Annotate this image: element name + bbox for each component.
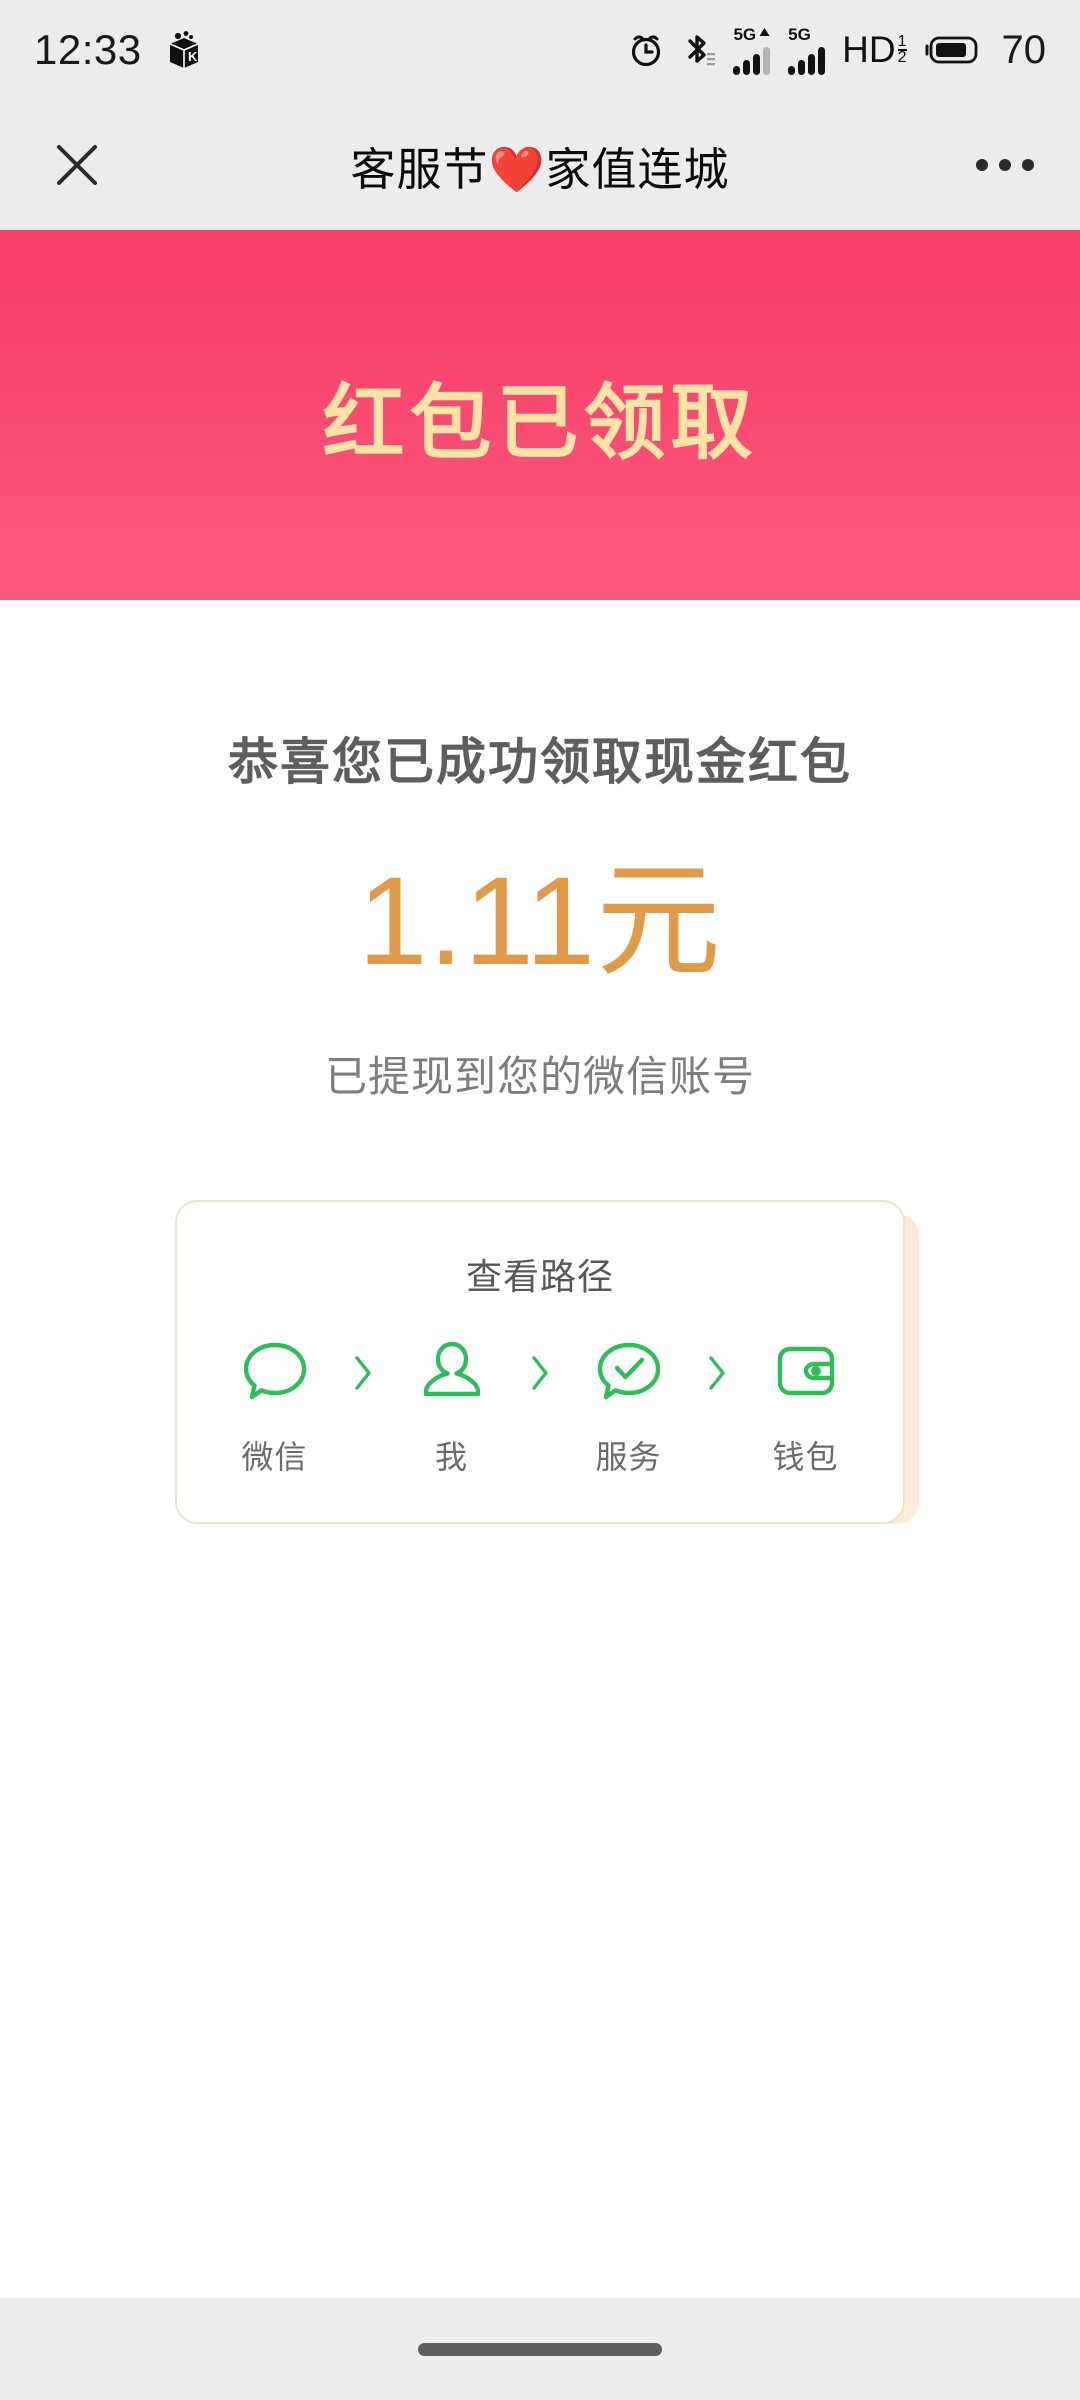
bluetooth-icon xyxy=(682,30,716,70)
path-step-wallet[interactable]: 钱包 xyxy=(748,1330,863,1478)
battery-percent-label: 70 xyxy=(1001,27,1047,72)
withdrawal-note: 已提现到您的微信账号 xyxy=(324,1053,755,1101)
chevron-right-icon xyxy=(332,1330,394,1416)
battery-icon xyxy=(924,34,980,66)
path-steps: 微信 我 服务 钱包 xyxy=(217,1330,863,1478)
path-step-label: 微信 xyxy=(241,1439,308,1476)
hd-voice-icon: HD 1 2 xyxy=(842,29,907,71)
status-bar: 12:33 K 5G 5G HD 1 2 70 xyxy=(0,0,1080,100)
path-step-label: 服务 xyxy=(595,1439,662,1476)
more-options-button[interactable] xyxy=(976,159,1034,171)
path-step-label: 钱包 xyxy=(772,1439,839,1476)
chevron-right-icon xyxy=(509,1330,571,1416)
path-step-label: 我 xyxy=(434,1439,468,1476)
path-card-wrapper: 查看路径 微信 我 服务 钱包 xyxy=(175,1200,919,1525)
more-dot-icon xyxy=(1022,159,1034,171)
person-icon xyxy=(412,1330,492,1416)
path-step-wechat[interactable]: 微信 xyxy=(217,1330,332,1478)
uplink-arrow-icon xyxy=(759,28,770,36)
app-header: 客服节❤️家值连城 xyxy=(0,100,1080,230)
path-card-title: 查看路径 xyxy=(465,1256,614,1298)
path-card: 查看路径 微信 我 服务 钱包 xyxy=(175,1200,905,1525)
alarm-clock-icon xyxy=(627,31,665,69)
signal-5g-secondary-icon: 5G xyxy=(788,24,826,75)
reward-amount: 1.11元 xyxy=(357,852,722,991)
path-step-me[interactable]: 我 xyxy=(394,1330,509,1478)
home-indicator[interactable] xyxy=(418,2342,662,2356)
chevron-right-icon xyxy=(686,1330,748,1416)
system-navigation-bar xyxy=(0,2298,1080,2400)
page-title: 客服节❤️家值连城 xyxy=(350,143,730,195)
wechat-bubble-icon xyxy=(235,1330,315,1416)
hd-sub-bottom: 2 xyxy=(897,49,907,66)
status-bar-clock: 12:33 xyxy=(34,26,142,73)
status-bar-right: 5G 5G HD 1 2 70 xyxy=(627,26,1046,75)
signal-5g-secondary-label: 5G xyxy=(788,24,811,44)
close-button[interactable] xyxy=(46,134,108,196)
svg-text:K: K xyxy=(188,49,198,64)
wallet-icon xyxy=(766,1330,846,1416)
signal-5g-primary-label: 5G xyxy=(733,24,757,44)
app-box-icon: K xyxy=(164,30,204,70)
hd-sub-top: 1 xyxy=(897,32,907,50)
hero-banner: 红包已领取 xyxy=(0,230,1080,600)
path-step-service[interactable]: 服务 xyxy=(571,1330,686,1478)
phone-screen: 12:33 K 5G 5G HD 1 2 70 客服节❤️家值连城 红包已领取 … xyxy=(0,0,1080,2400)
close-icon xyxy=(57,145,97,185)
more-dot-icon xyxy=(976,159,988,171)
hd-voice-label: HD xyxy=(842,29,896,70)
hero-title: 红包已领取 xyxy=(322,377,758,469)
congratulations-heading: 恭喜您已成功领取现金红包 xyxy=(228,734,852,790)
status-bar-left: 12:33 K xyxy=(34,26,204,74)
signal-5g-primary-icon: 5G xyxy=(733,26,771,75)
main-content: 恭喜您已成功领取现金红包 1.11元 已提现到您的微信账号 查看路径 微信 我 … xyxy=(0,600,1080,1525)
more-dot-icon xyxy=(999,159,1011,171)
service-check-bubble-icon xyxy=(589,1330,669,1416)
